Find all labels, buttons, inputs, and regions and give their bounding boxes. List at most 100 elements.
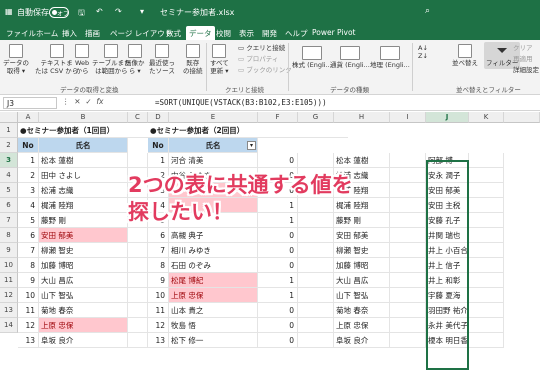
cell-h[interactable]: 菊地 春奈 xyxy=(334,303,390,318)
cell-h[interactable]: 上原 忠保 xyxy=(334,318,390,333)
advanced-filter-button[interactable]: 詳細設定 xyxy=(513,66,539,74)
table2-cell-no[interactable]: 11 xyxy=(148,303,169,318)
table2-header-name[interactable]: 氏名 ▾ xyxy=(169,138,258,153)
properties-button[interactable]: ▭ プロパティ xyxy=(238,55,278,63)
table1-cell-name[interactable]: 梶浦 陸翔 xyxy=(39,198,128,213)
cell-f[interactable]: 0 xyxy=(258,258,298,273)
row-header[interactable]: 6 xyxy=(0,198,18,213)
cell-g[interactable] xyxy=(298,153,334,168)
cell-c[interactable] xyxy=(128,318,148,333)
cell-j[interactable]: 井関 瑞也 xyxy=(426,228,469,243)
table1-header-name[interactable]: 氏名 xyxy=(39,138,128,153)
tab-view[interactable]: 表示 xyxy=(239,28,254,39)
cell-j[interactable]: 安藤 孔子 xyxy=(426,213,469,228)
table2-cell-no[interactable]: 8 xyxy=(148,258,169,273)
cell-k[interactable] xyxy=(469,213,504,228)
cell-k[interactable] xyxy=(469,273,504,288)
cell-h[interactable]: 阜坂 良介 xyxy=(334,333,390,348)
cell-i[interactable] xyxy=(390,228,426,243)
row-header[interactable]: 2 xyxy=(0,138,18,153)
tab-help[interactable]: ヘルプ xyxy=(285,28,308,39)
row-header[interactable]: 10 xyxy=(0,258,18,273)
tab-data[interactable]: データ xyxy=(186,26,215,40)
cell-g[interactable] xyxy=(298,243,334,258)
from-picture-button[interactable]: 画像か ら ▾ xyxy=(125,44,145,75)
table1-header-no[interactable]: No xyxy=(18,138,39,153)
tab-insert[interactable]: 挿入 xyxy=(62,28,77,39)
table1-cell-no[interactable]: 9 xyxy=(18,273,39,288)
table1-cell-name[interactable]: 柳瀬 智史 xyxy=(39,243,128,258)
column-header-e[interactable]: E xyxy=(169,112,258,123)
from-text-csv-button[interactable]: テキストま たは CSV から xyxy=(35,44,78,75)
cell-i[interactable] xyxy=(390,243,426,258)
table1-cell-no[interactable]: 7 xyxy=(18,243,39,258)
cell-f[interactable]: 1 xyxy=(258,273,298,288)
workbook-links-button[interactable]: ▭ ブックのリンク xyxy=(238,66,292,74)
sort-az-button[interactable]: A↓ Z↓ xyxy=(418,44,428,60)
cell-k[interactable] xyxy=(469,168,504,183)
column-header-c[interactable]: C xyxy=(128,112,148,123)
row-header[interactable]: 13 xyxy=(0,303,18,318)
table2-cell-no[interactable]: 13 xyxy=(148,333,169,348)
cell-g[interactable] xyxy=(298,288,334,303)
cell-h[interactable]: 松本 蓮樹 xyxy=(334,153,390,168)
cell-k[interactable] xyxy=(469,318,504,333)
cell-f[interactable]: 0 xyxy=(258,303,298,318)
table1-cell-name[interactable]: 上原 忠保 xyxy=(39,318,128,333)
column-header-g[interactable]: G xyxy=(298,112,334,123)
table1-cell-name[interactable]: 山下 智弘 xyxy=(39,288,128,303)
table1-cell-name[interactable]: 安田 郁美 xyxy=(39,228,128,243)
cell-i[interactable] xyxy=(390,153,426,168)
cell-f[interactable]: 0 xyxy=(258,333,298,348)
search-icon[interactable]: ⌕ xyxy=(425,6,430,16)
reapply-button[interactable]: 再適用 xyxy=(513,55,533,63)
cell-g[interactable] xyxy=(298,303,334,318)
queries-connections-button[interactable]: ▭ クエリと接続 xyxy=(238,44,285,52)
cell-j[interactable]: 安永 潤子 xyxy=(426,168,469,183)
row-header[interactable]: 9 xyxy=(0,243,18,258)
redo-icon[interactable]: ↷ xyxy=(115,7,122,16)
cell-j[interactable]: 井上 小百合 xyxy=(426,243,469,258)
table1-cell-name[interactable]: 藤野 剛 xyxy=(39,213,128,228)
table2-cell-name[interactable]: 上原 忠保 xyxy=(169,288,258,303)
table1-cell-no[interactable]: 13 xyxy=(18,333,39,348)
table1-cell-name[interactable]: 加藤 博昭 xyxy=(39,258,128,273)
cell-h[interactable]: 加藤 博昭 xyxy=(334,258,390,273)
tab-home[interactable]: ホーム xyxy=(36,28,58,39)
quick-access-chevron-icon[interactable]: ▾ xyxy=(140,7,144,16)
table2-cell-no[interactable]: 1 xyxy=(148,153,169,168)
table1-cell-name[interactable]: 松本 蓮樹 xyxy=(39,153,128,168)
table2-cell-name[interactable]: 松尾 博紀 xyxy=(169,273,258,288)
formula-input[interactable]: =SORT(UNIQUE(VSTACK(B3:B102,E3:E105))) xyxy=(155,98,327,107)
table1-cell-no[interactable]: 12 xyxy=(18,318,39,333)
cell-c[interactable] xyxy=(128,288,148,303)
cell-i[interactable] xyxy=(390,258,426,273)
tab-file[interactable]: ファイル xyxy=(6,28,36,39)
undo-icon[interactable]: ↶ xyxy=(96,7,103,16)
cell-i[interactable] xyxy=(390,213,426,228)
cell-i[interactable] xyxy=(390,288,426,303)
fx-label[interactable]: fx xyxy=(96,97,103,106)
column-header-b[interactable]: B xyxy=(39,112,128,123)
column-header-j[interactable]: J xyxy=(426,112,469,123)
cell-g[interactable] xyxy=(298,228,334,243)
row-header[interactable]: 5 xyxy=(0,183,18,198)
cell-f[interactable]: 0 xyxy=(258,243,298,258)
datatype-stocks-button[interactable]: 株式 (Engli... xyxy=(292,46,332,69)
tab-power-pivot[interactable]: Power Pivot xyxy=(312,28,355,37)
column-header-a[interactable]: A xyxy=(18,112,39,123)
row-header[interactable]: 14 xyxy=(0,318,18,333)
cell-k[interactable] xyxy=(469,153,504,168)
row-header[interactable]: 7 xyxy=(0,213,18,228)
row-header[interactable]: 8 xyxy=(0,228,18,243)
cell-c[interactable] xyxy=(128,258,148,273)
table1-cell-name[interactable]: 田中 さよし xyxy=(39,168,128,183)
column-header-h[interactable]: H xyxy=(334,112,390,123)
existing-connections-button[interactable]: 既存 の接続 xyxy=(183,44,203,75)
table2-cell-name[interactable]: 相川 みゆき xyxy=(169,243,258,258)
cell-j[interactable]: 安田 郁美 xyxy=(426,183,469,198)
cell-c[interactable] xyxy=(128,303,148,318)
table1-cell-name[interactable]: 阜坂 良介 xyxy=(39,333,128,348)
cell-h[interactable]: 山下 智弘 xyxy=(334,288,390,303)
cell-k[interactable] xyxy=(469,243,504,258)
